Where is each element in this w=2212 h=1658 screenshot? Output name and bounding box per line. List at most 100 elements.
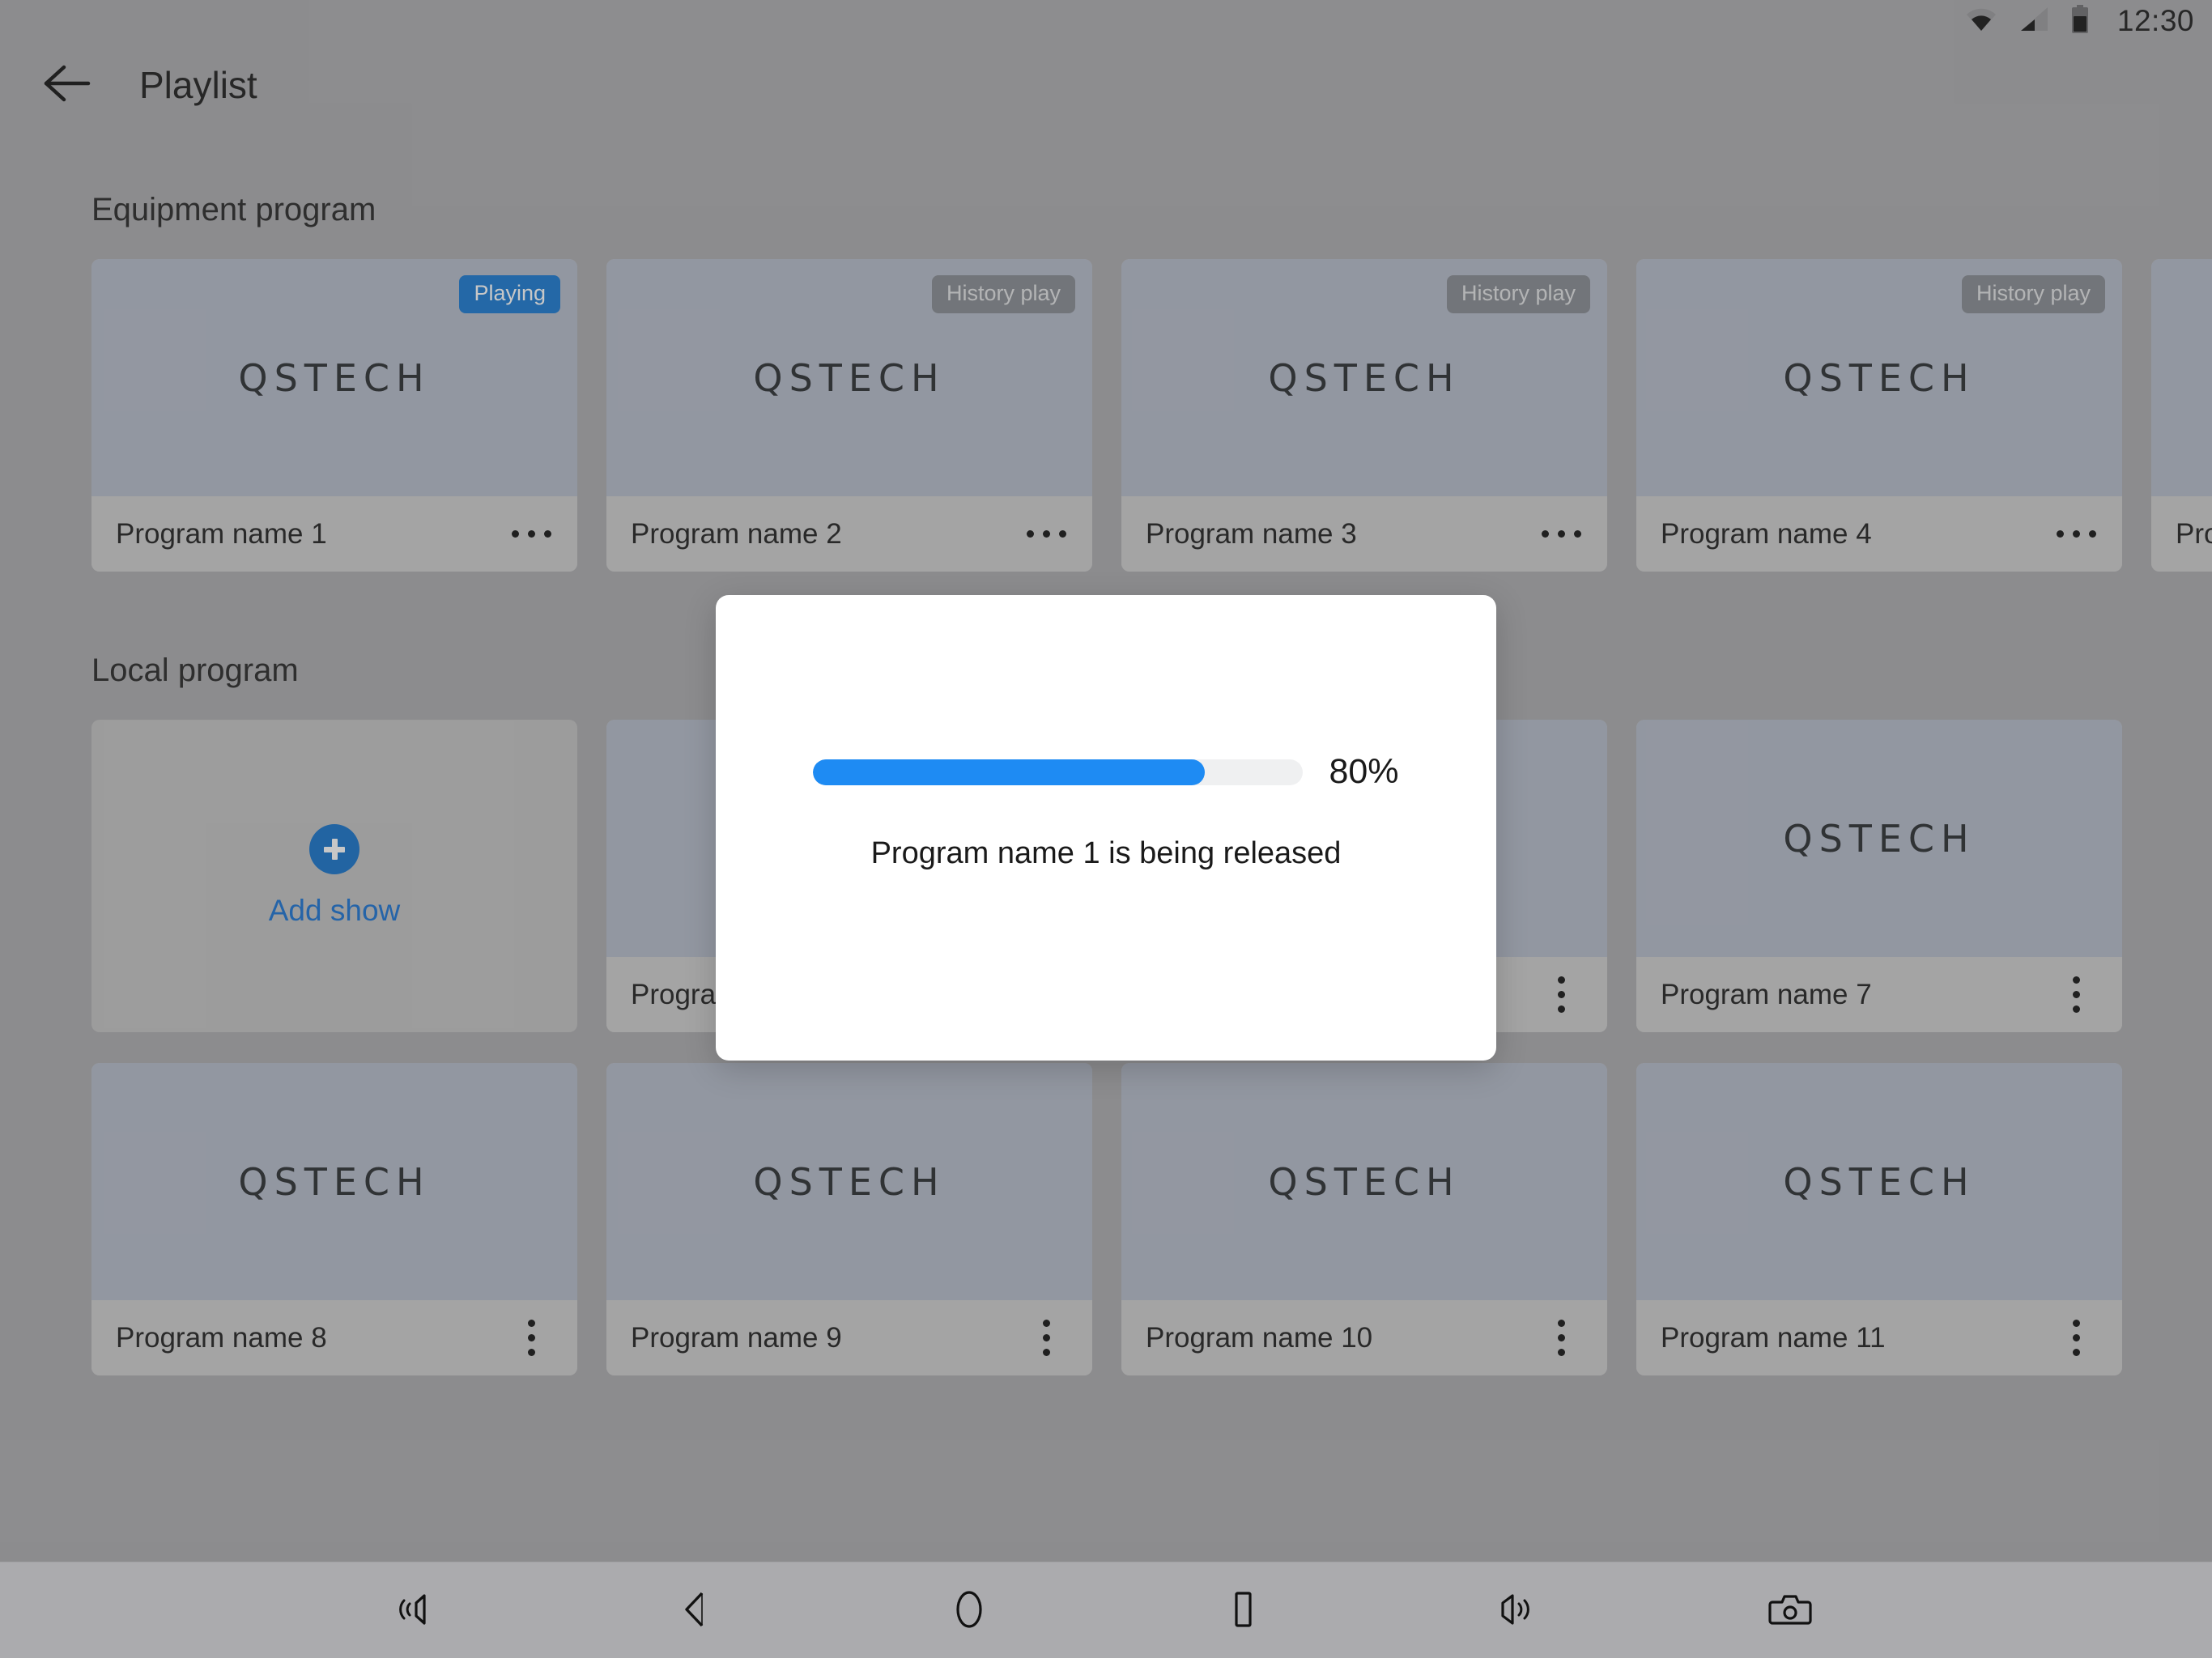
card-label: Program name 3 xyxy=(1146,517,1357,550)
program-card[interactable]: QSTECH Playing Program name 1 xyxy=(91,259,577,572)
screenshot-button[interactable] xyxy=(1746,1574,1835,1647)
card-overflow-menu-button[interactable] xyxy=(1023,511,1070,558)
program-card[interactable]: QSTECH History play Program name 4 xyxy=(1636,259,2122,572)
card-thumbnail: QSTECH xyxy=(606,1063,1092,1300)
more-vertical-icon xyxy=(1557,1320,1565,1356)
card-label: Program name 2 xyxy=(631,517,842,550)
volume-up-button[interactable] xyxy=(1472,1574,1561,1647)
card-thumbnail: QSTECH Playing xyxy=(91,259,577,496)
card-overflow-menu-button[interactable] xyxy=(1538,1315,1585,1362)
program-card[interactable]: QSTECH Program name 10 xyxy=(1121,1063,1607,1375)
progress-bar xyxy=(813,759,1304,785)
page-title: Playlist xyxy=(139,63,257,106)
add-show-card[interactable]: Add show xyxy=(91,720,577,1032)
plus-icon xyxy=(309,824,359,874)
more-vertical-icon xyxy=(527,1320,535,1356)
brand-logo: QSTECH xyxy=(238,355,431,400)
card-label: Program name 5 xyxy=(2176,517,2212,550)
more-vertical-icon xyxy=(2072,1320,2080,1356)
wifi-icon xyxy=(1965,6,1997,36)
card-overflow-menu-button[interactable] xyxy=(2052,1315,2099,1362)
equipment-program-row: QSTECH Playing Program name 1 QSTECH His… xyxy=(0,259,2212,572)
release-progress-dialog: 80% Program name 1 is being released xyxy=(716,595,1496,1061)
card-footer: Program name 3 xyxy=(1121,496,1607,572)
more-vertical-icon xyxy=(1042,1320,1050,1356)
card-thumbnail: QSTECH xyxy=(91,1063,577,1300)
recents-button[interactable] xyxy=(1198,1574,1287,1647)
card-thumbnail: QSTECH xyxy=(1121,1063,1607,1300)
back-button[interactable] xyxy=(651,1574,740,1647)
status-badge: History play xyxy=(1961,275,2105,313)
program-card[interactable]: QSTECH Program name 7 xyxy=(1636,720,2122,1032)
card-thumbnail: QSTECH History play xyxy=(1636,259,2122,496)
progress-row: 80% xyxy=(716,752,1496,792)
system-navigation-bar xyxy=(0,1562,2212,1658)
card-footer: Program name 9 xyxy=(606,1300,1092,1375)
section-title-equipment: Equipment program xyxy=(91,192,376,227)
card-label: Program name 7 xyxy=(1661,978,1872,1010)
card-overflow-menu-button[interactable] xyxy=(2052,971,2099,1018)
brand-logo: QSTECH xyxy=(753,1159,946,1204)
volume-down-icon xyxy=(397,1588,447,1633)
card-thumbnail: QSTECH xyxy=(1636,1063,2122,1300)
status-bar: 12:30 xyxy=(0,0,2212,42)
card-label: Program name 10 xyxy=(1146,1321,1373,1354)
back-triangle-icon xyxy=(676,1588,715,1633)
add-show-label: Add show xyxy=(268,894,401,927)
card-thumbnail: QSTECH xyxy=(2151,259,2212,496)
status-badge: History play xyxy=(1446,275,1590,313)
card-label: Program name 4 xyxy=(1661,517,1872,550)
more-vertical-icon xyxy=(2072,976,2080,1013)
brand-logo: QSTECH xyxy=(1268,355,1461,400)
program-card[interactable]: QSTECH Program name 9 xyxy=(606,1063,1092,1375)
card-label: Program name 1 xyxy=(116,517,327,550)
card-overflow-menu-button[interactable] xyxy=(2052,511,2099,558)
more-horizontal-icon xyxy=(2056,530,2096,538)
program-card[interactable]: QSTECH Program name 5 xyxy=(2151,259,2212,572)
card-footer: Program name 8 xyxy=(91,1300,577,1375)
program-card[interactable]: QSTECH Program name 8 xyxy=(91,1063,577,1375)
card-footer: Program name 7 xyxy=(1636,957,2122,1032)
card-thumbnail: QSTECH History play xyxy=(606,259,1092,496)
status-badge: History play xyxy=(931,275,1075,313)
volume-down-button[interactable] xyxy=(377,1574,466,1647)
card-footer: Program name 4 xyxy=(1636,496,2122,572)
card-overflow-menu-button[interactable] xyxy=(508,1315,555,1362)
recents-square-icon xyxy=(1222,1588,1264,1633)
volume-up-icon xyxy=(1491,1588,1542,1633)
program-card[interactable]: QSTECH History play Program name 2 xyxy=(606,259,1092,572)
back-arrow-icon xyxy=(43,62,93,107)
status-clock: 12:30 xyxy=(2116,4,2194,37)
card-footer: Program name 10 xyxy=(1121,1300,1607,1375)
status-badge: Playing xyxy=(459,275,560,313)
card-label: Program name 11 xyxy=(1661,1321,1886,1354)
cellular-signal-icon xyxy=(2018,6,2049,36)
card-overflow-menu-button[interactable] xyxy=(1023,1315,1070,1362)
card-overflow-menu-button[interactable] xyxy=(1538,971,1585,1018)
program-card[interactable]: QSTECH History play Program name 3 xyxy=(1121,259,1607,572)
card-footer: Program name 1 xyxy=(91,496,577,572)
progress-bar-fill xyxy=(813,759,1206,785)
card-label: Program name 8 xyxy=(116,1321,327,1354)
card-footer: Program name 11 xyxy=(1636,1300,2122,1375)
program-card[interactable]: QSTECH Program name 11 xyxy=(1636,1063,2122,1375)
home-circle-icon xyxy=(948,1588,990,1633)
card-footer: Program name 2 xyxy=(606,496,1092,572)
back-button[interactable] xyxy=(29,46,107,124)
dialog-message: Program name 1 is being released xyxy=(870,836,1342,870)
card-thumbnail: QSTECH History play xyxy=(1121,259,1607,496)
brand-logo: QSTECH xyxy=(1783,1159,1976,1204)
card-thumbnail: QSTECH xyxy=(1636,720,2122,957)
local-program-row-2: QSTECH Program name 8 QSTECH Program nam… xyxy=(0,1063,2212,1375)
card-footer: Program name 5 xyxy=(2151,496,2212,572)
brand-logo: QSTECH xyxy=(753,355,946,400)
card-overflow-menu-button[interactable] xyxy=(1538,511,1585,558)
home-button[interactable] xyxy=(925,1574,1014,1647)
card-overflow-menu-button[interactable] xyxy=(508,511,555,558)
app-bar: Playlist xyxy=(0,42,2212,127)
battery-icon xyxy=(2070,4,2090,38)
more-horizontal-icon xyxy=(511,530,551,538)
brand-logo: QSTECH xyxy=(1783,816,1976,861)
brand-logo: QSTECH xyxy=(1268,1159,1461,1204)
more-vertical-icon xyxy=(1557,976,1565,1013)
